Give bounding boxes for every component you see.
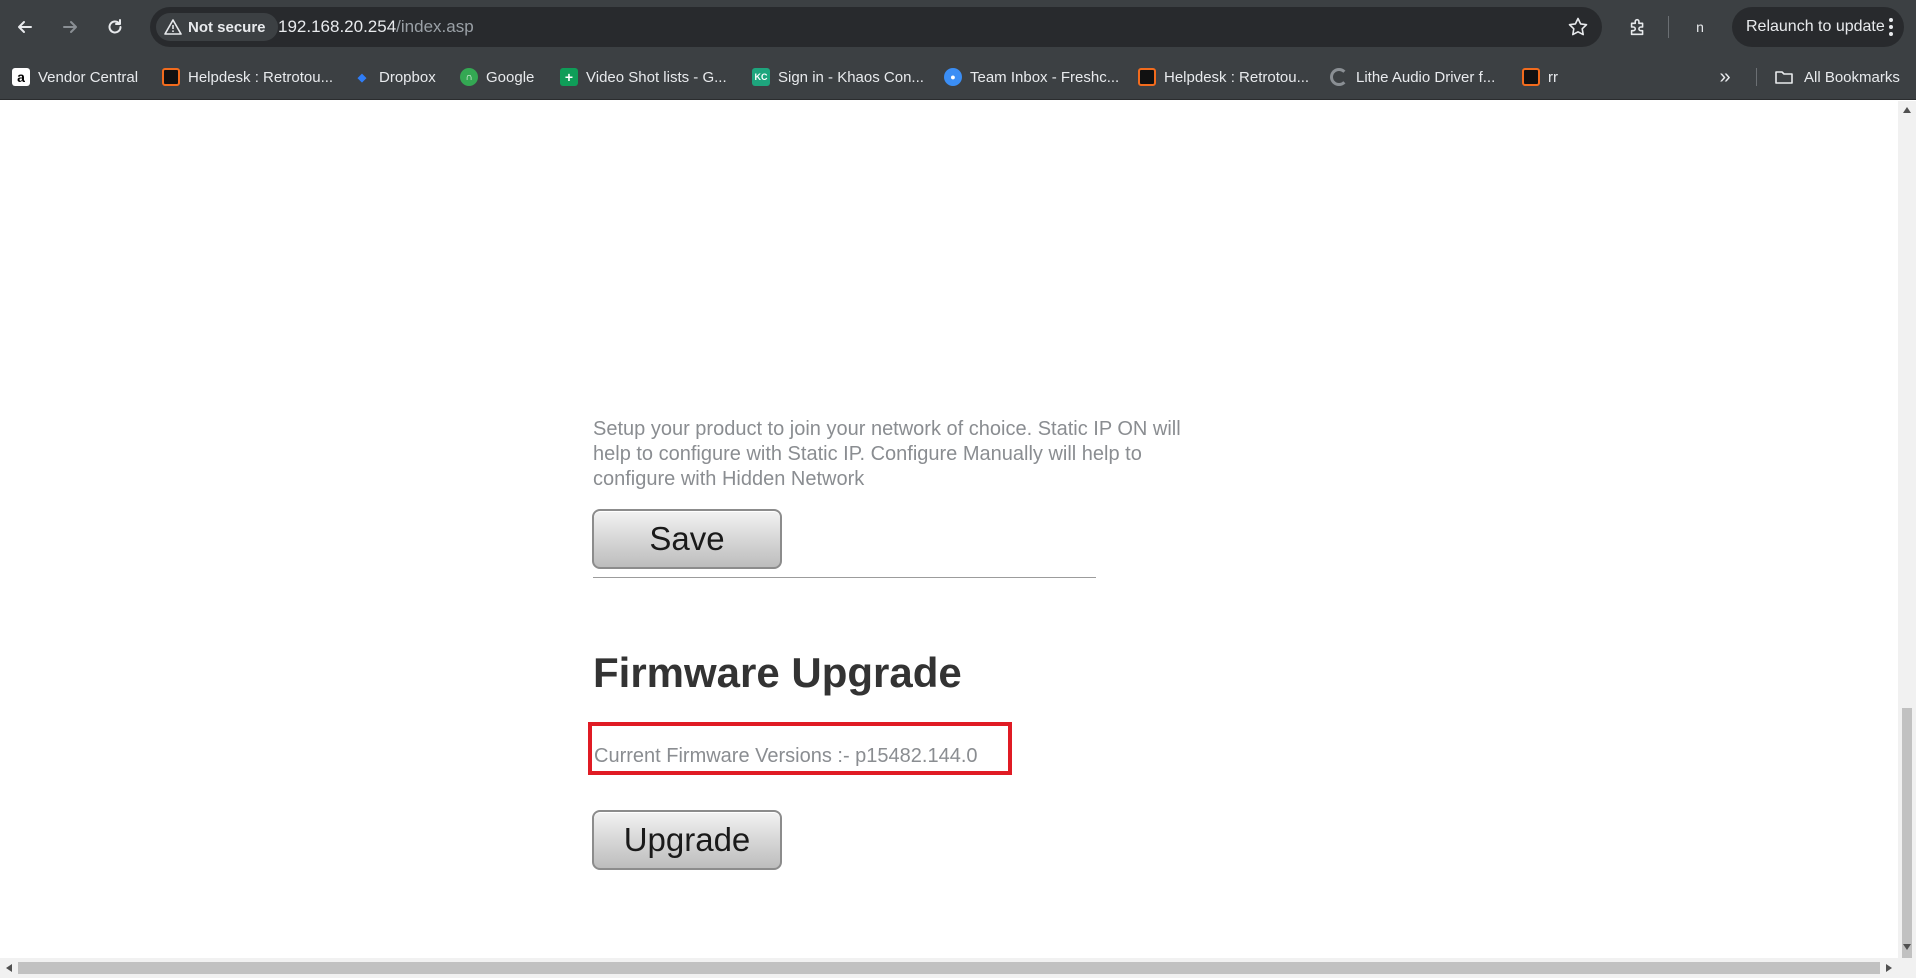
- menu-dots-icon[interactable]: [1888, 17, 1894, 37]
- bookmark-label: Video Shot lists - G...: [586, 68, 727, 86]
- all-bookmarks-label: All Bookmarks: [1804, 68, 1900, 86]
- url-host: 192.168.20.254: [278, 17, 397, 36]
- network-description: Setup your product to join your network …: [593, 418, 1181, 490]
- browser-toolbar: Not secure 192.168.20.254/index.asp n Re…: [0, 0, 1916, 54]
- bookmark-item[interactable]: Helpdesk : Retrotou...: [1138, 64, 1309, 90]
- toolbar-divider: [1668, 16, 1669, 38]
- bookmark-item[interactable]: + Video Shot lists - G...: [560, 64, 727, 90]
- bookmark-item[interactable]: ◆ Dropbox: [353, 64, 436, 90]
- bookmark-label: Helpdesk : Retrotou...: [1164, 68, 1310, 86]
- back-button[interactable]: [7, 9, 43, 45]
- all-bookmarks-button[interactable]: All Bookmarks: [1774, 64, 1900, 90]
- url-path: /index.asp: [396, 17, 474, 36]
- loading-icon: [1330, 68, 1348, 86]
- bookmark-label: Google: [486, 68, 535, 86]
- bookmark-star-icon[interactable]: [1566, 15, 1590, 39]
- section-divider: [593, 577, 1096, 578]
- page-content: Setup your product to join your network …: [0, 101, 1898, 958]
- relaunch-label: Relaunch to update: [1746, 18, 1885, 35]
- upgrade-button[interactable]: Upgrade: [592, 810, 782, 870]
- bookmark-label: Helpdesk : Retrotou...: [188, 68, 334, 86]
- forward-arrow-icon: [63, 21, 77, 33]
- forward-button[interactable]: [52, 9, 88, 45]
- vertical-scroll-thumb[interactable]: [1902, 708, 1912, 958]
- dropbox-icon: ◆: [357, 71, 367, 84]
- scroll-up-arrow-icon[interactable]: [1903, 107, 1911, 113]
- relaunch-button[interactable]: Relaunch to update: [1732, 7, 1904, 47]
- firmware-version-text: Current Firmware Versions :- p15482.144.…: [594, 745, 978, 767]
- bookmarks-divider: [1756, 68, 1757, 86]
- extensions-button[interactable]: [1620, 9, 1656, 45]
- bookmark-label: rr: [1548, 68, 1558, 86]
- khaos-icon: KC: [752, 68, 770, 86]
- reload-button[interactable]: [97, 9, 133, 45]
- sheets-icon: +: [560, 68, 578, 86]
- security-indicator[interactable]: Not secure: [156, 13, 278, 41]
- security-label: Not secure: [188, 18, 266, 36]
- bookmark-label: Team Inbox - Freshc...: [970, 68, 1120, 86]
- profile-avatar[interactable]: n: [1686, 13, 1714, 41]
- bookmark-item[interactable]: a Vendor Central: [12, 64, 138, 90]
- bookmark-item[interactable]: ∩ Google: [460, 64, 534, 90]
- scroll-right-arrow-icon[interactable]: [1886, 964, 1892, 972]
- bookmark-item[interactable]: rr: [1522, 64, 1558, 90]
- more-bookmarks-chevron-icon[interactable]: »: [1712, 64, 1738, 90]
- helpdesk-icon: [1522, 68, 1540, 86]
- freshchat-icon: ●: [944, 68, 962, 86]
- scroll-down-arrow-icon[interactable]: [1903, 944, 1911, 950]
- helpdesk-icon: [1138, 68, 1156, 86]
- bookmarks-bar: a Vendor Central Helpdesk : Retrotou... ◆…: [0, 54, 1916, 100]
- url-text[interactable]: 192.168.20.254/index.asp: [278, 17, 474, 37]
- google-icon: ∩: [460, 68, 478, 86]
- reload-icon: [108, 19, 122, 34]
- bookmark-label: Sign in - Khaos Con...: [778, 68, 924, 86]
- horizontal-scroll-thumb[interactable]: [18, 962, 1880, 974]
- helpdesk-icon: [162, 68, 180, 86]
- address-bar[interactable]: Not secure 192.168.20.254/index.asp: [150, 7, 1602, 47]
- puzzle-icon: [1630, 18, 1644, 36]
- back-arrow-icon: [18, 21, 32, 33]
- folder-icon: [1775, 71, 1793, 84]
- bookmark-item[interactable]: Lithe Audio Driver f...: [1330, 64, 1495, 90]
- firmware-upgrade-heading: Firmware Upgrade: [593, 649, 962, 696]
- bookmark-label: Vendor Central: [38, 68, 139, 86]
- save-button[interactable]: Save: [592, 509, 782, 569]
- scroll-left-arrow-icon[interactable]: [6, 964, 12, 972]
- bookmark-label: Dropbox: [379, 68, 436, 86]
- bookmark-label: Lithe Audio Driver f...: [1356, 68, 1496, 86]
- warning-icon: [164, 19, 182, 35]
- amazon-icon: a: [12, 68, 30, 86]
- bookmark-item[interactable]: KC Sign in - Khaos Con...: [752, 64, 924, 90]
- bookmark-item[interactable]: ● Team Inbox - Freshc...: [944, 64, 1119, 90]
- bookmark-item[interactable]: Helpdesk : Retrotou...: [162, 64, 333, 90]
